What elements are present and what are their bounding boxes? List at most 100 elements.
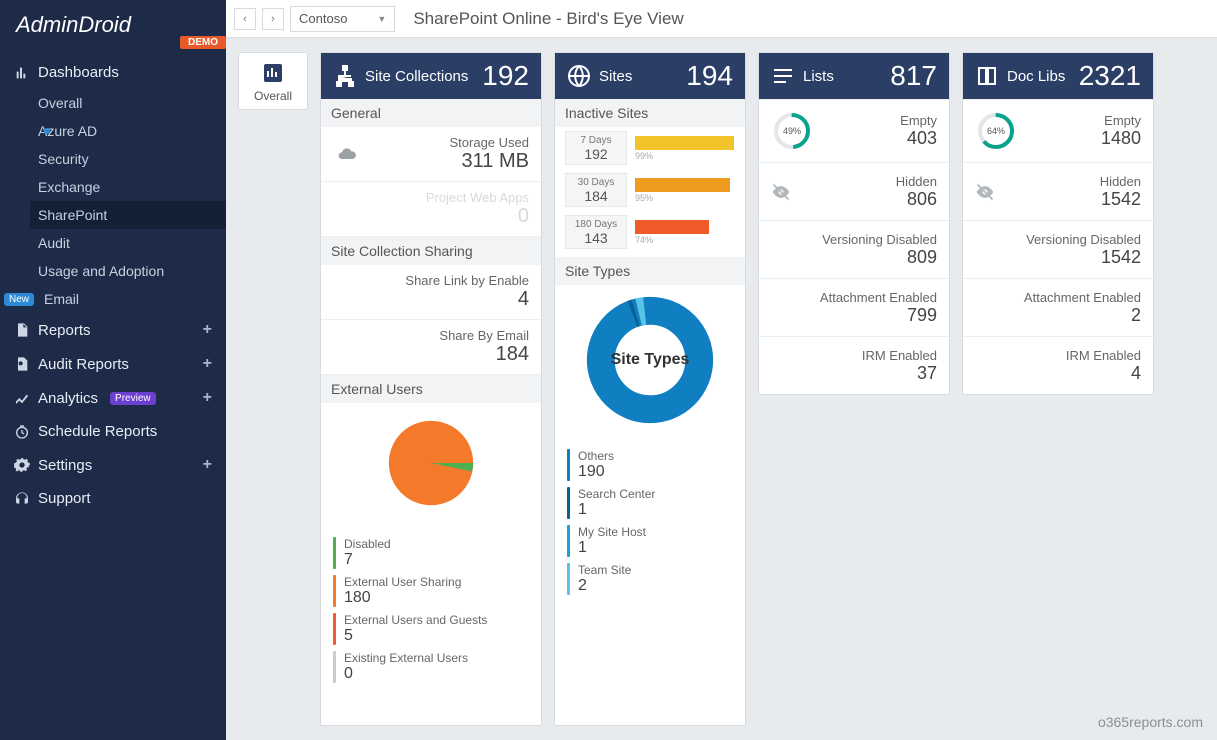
sidebar-item-overall[interactable]: Overall xyxy=(30,89,226,117)
stat-value: 809 xyxy=(907,247,937,268)
stats-row-irm[interactable]: IRM Enabled4 xyxy=(963,336,1153,394)
plus-icon: + xyxy=(203,355,212,373)
legend-item[interactable]: Team Site2 xyxy=(567,563,733,595)
legend-item[interactable]: External Users and Guests5 xyxy=(333,613,529,645)
stats-row-hidden[interactable]: Hidden1542 xyxy=(963,162,1153,220)
ring-chart: 64% xyxy=(975,110,1017,152)
nav-schedule-reports[interactable]: Schedule Reports xyxy=(0,415,226,448)
legend-item[interactable]: My Site Host1 xyxy=(567,525,733,557)
nav-dashboards[interactable]: Dashboards xyxy=(0,56,226,89)
tenant-dropdown[interactable]: Contoso▼ xyxy=(290,6,395,32)
nav-support-label: Support xyxy=(38,490,91,507)
stat-label: Versioning Disabled xyxy=(822,232,937,247)
nav-dashboards-label: Dashboards xyxy=(38,64,119,81)
tabcol: Overall xyxy=(238,52,308,726)
stat-value: 1542 xyxy=(1101,247,1141,268)
legend-item[interactable]: Disabled7 xyxy=(333,537,529,569)
eye-off-icon xyxy=(771,182,791,202)
sidebar-item-security[interactable]: Security xyxy=(30,145,226,173)
stat-value: 2 xyxy=(1131,305,1141,326)
row-label: Share By Email xyxy=(439,328,529,343)
sidebar-item-azure-ad[interactable]: Azure AD xyxy=(30,117,226,145)
card-doc-libs: Doc Libs 2321 64% Empty1480 Hidden1542 V… xyxy=(962,52,1154,395)
demo-badge: DEMO xyxy=(180,36,226,49)
section-types: Site Types xyxy=(555,257,745,285)
card-header[interactable]: Site Collections 192 xyxy=(321,53,541,99)
row-label: Storage Used xyxy=(450,135,530,150)
nav-audit-reports[interactable]: Audit Reports + xyxy=(0,347,226,381)
stats-row-empty[interactable]: 49% Empty403 xyxy=(759,99,949,162)
stats-row-versioning[interactable]: Versioning Disabled809 xyxy=(759,220,949,278)
card-value: 2321 xyxy=(1079,60,1141,92)
stats-row-hidden[interactable]: Hidden806 xyxy=(759,162,949,220)
nav-reports[interactable]: Reports + xyxy=(0,313,226,347)
brand-logo: AdminDroid xyxy=(16,12,131,38)
card-header[interactable]: Doc Libs 2321 xyxy=(963,53,1153,99)
card-value: 817 xyxy=(890,60,937,92)
svg-text:49%: 49% xyxy=(783,126,801,136)
legend-item[interactable]: Existing External Users0 xyxy=(333,651,529,683)
content: Overall Site Collections 192 General Sto… xyxy=(226,38,1217,740)
row-storage[interactable]: Storage Used311 MB xyxy=(321,127,541,182)
stats-row-attachment[interactable]: Attachment Enabled2 xyxy=(963,278,1153,336)
stat-label: Versioning Disabled xyxy=(1026,232,1141,247)
tab-overall[interactable]: Overall xyxy=(238,52,308,110)
row-value: 184 xyxy=(496,343,529,366)
stat-value: 1542 xyxy=(1101,189,1141,210)
plus-icon: + xyxy=(203,321,212,339)
sidebar-item-usage-adoption[interactable]: Usage and Adoption xyxy=(30,257,226,285)
row-value: 0 xyxy=(518,205,529,228)
inactive-row[interactable]: 7 Days19299% xyxy=(555,127,745,169)
stat-value: 806 xyxy=(907,189,937,210)
legend-item[interactable]: Search Center1 xyxy=(567,487,733,519)
card-header[interactable]: Sites 194 xyxy=(555,53,745,99)
nav-support[interactable]: Support xyxy=(0,482,226,515)
row-share-email[interactable]: Share By Email184 xyxy=(321,320,541,375)
card-site-collections: Site Collections 192 General Storage Use… xyxy=(320,52,542,726)
cards: Site Collections 192 General Storage Use… xyxy=(320,52,1205,726)
nav-audit-reports-label: Audit Reports xyxy=(38,356,129,373)
sidebar-item-exchange[interactable]: Exchange xyxy=(30,173,226,201)
stats-row-attachment[interactable]: Attachment Enabled799 xyxy=(759,278,949,336)
sidebar-item-sharepoint[interactable]: SharePoint xyxy=(30,201,226,229)
topbar: ‹ › Contoso▼ SharePoint Online - Bird's … xyxy=(226,0,1217,38)
stat-value: 403 xyxy=(907,128,937,149)
stats-row-irm[interactable]: IRM Enabled37 xyxy=(759,336,949,394)
nav-reports-label: Reports xyxy=(38,322,91,339)
stats-row-versioning[interactable]: Versioning Disabled1542 xyxy=(963,220,1153,278)
nav-analytics[interactable]: AnalyticsPreview + xyxy=(0,381,226,415)
stat-value: 37 xyxy=(917,363,937,384)
plus-icon: + xyxy=(203,456,212,474)
gear-icon xyxy=(14,457,30,473)
back-button[interactable]: ‹ xyxy=(234,8,256,30)
new-badge: New xyxy=(4,293,34,306)
nav-settings-label: Settings xyxy=(38,457,92,474)
section-general: General xyxy=(321,99,541,127)
row-share-link[interactable]: Share Link by Enable4 xyxy=(321,265,541,320)
inactive-row[interactable]: 180 Days14374% xyxy=(555,211,745,253)
sidebar-item-label: SharePoint xyxy=(38,207,107,223)
stat-value: 799 xyxy=(907,305,937,326)
card-header[interactable]: Lists 817 xyxy=(759,53,949,99)
pie-chart xyxy=(386,418,476,508)
sidebar-item-audit[interactable]: Audit xyxy=(30,229,226,257)
legend-item[interactable]: External User Sharing180 xyxy=(333,575,529,607)
nav-settings[interactable]: Settings + xyxy=(0,448,226,482)
card-title: Site Collections xyxy=(365,68,468,85)
forward-button[interactable]: › xyxy=(262,8,284,30)
stats-row-empty[interactable]: 64% Empty1480 xyxy=(963,99,1153,162)
legend-item[interactable]: Others190 xyxy=(567,449,733,481)
sidebar-item-label: Email xyxy=(44,291,79,307)
sidebar: AdminDroid DEMO Dashboards Overall Azure… xyxy=(0,0,226,740)
row-label: Project Web Apps xyxy=(426,190,529,205)
chart-bar-icon xyxy=(14,65,30,81)
sidebar-item-label: Exchange xyxy=(38,179,100,195)
row-pwa[interactable]: Project Web Apps0 xyxy=(321,182,541,237)
stat-label: Hidden xyxy=(1100,174,1141,189)
eye-off-icon xyxy=(975,182,995,202)
sidebar-item-email[interactable]: NewEmail xyxy=(30,285,226,313)
globe-icon xyxy=(567,64,591,88)
preview-badge: Preview xyxy=(110,392,156,405)
inactive-row[interactable]: 30 Days18495% xyxy=(555,169,745,211)
cloud-icon xyxy=(333,144,361,164)
